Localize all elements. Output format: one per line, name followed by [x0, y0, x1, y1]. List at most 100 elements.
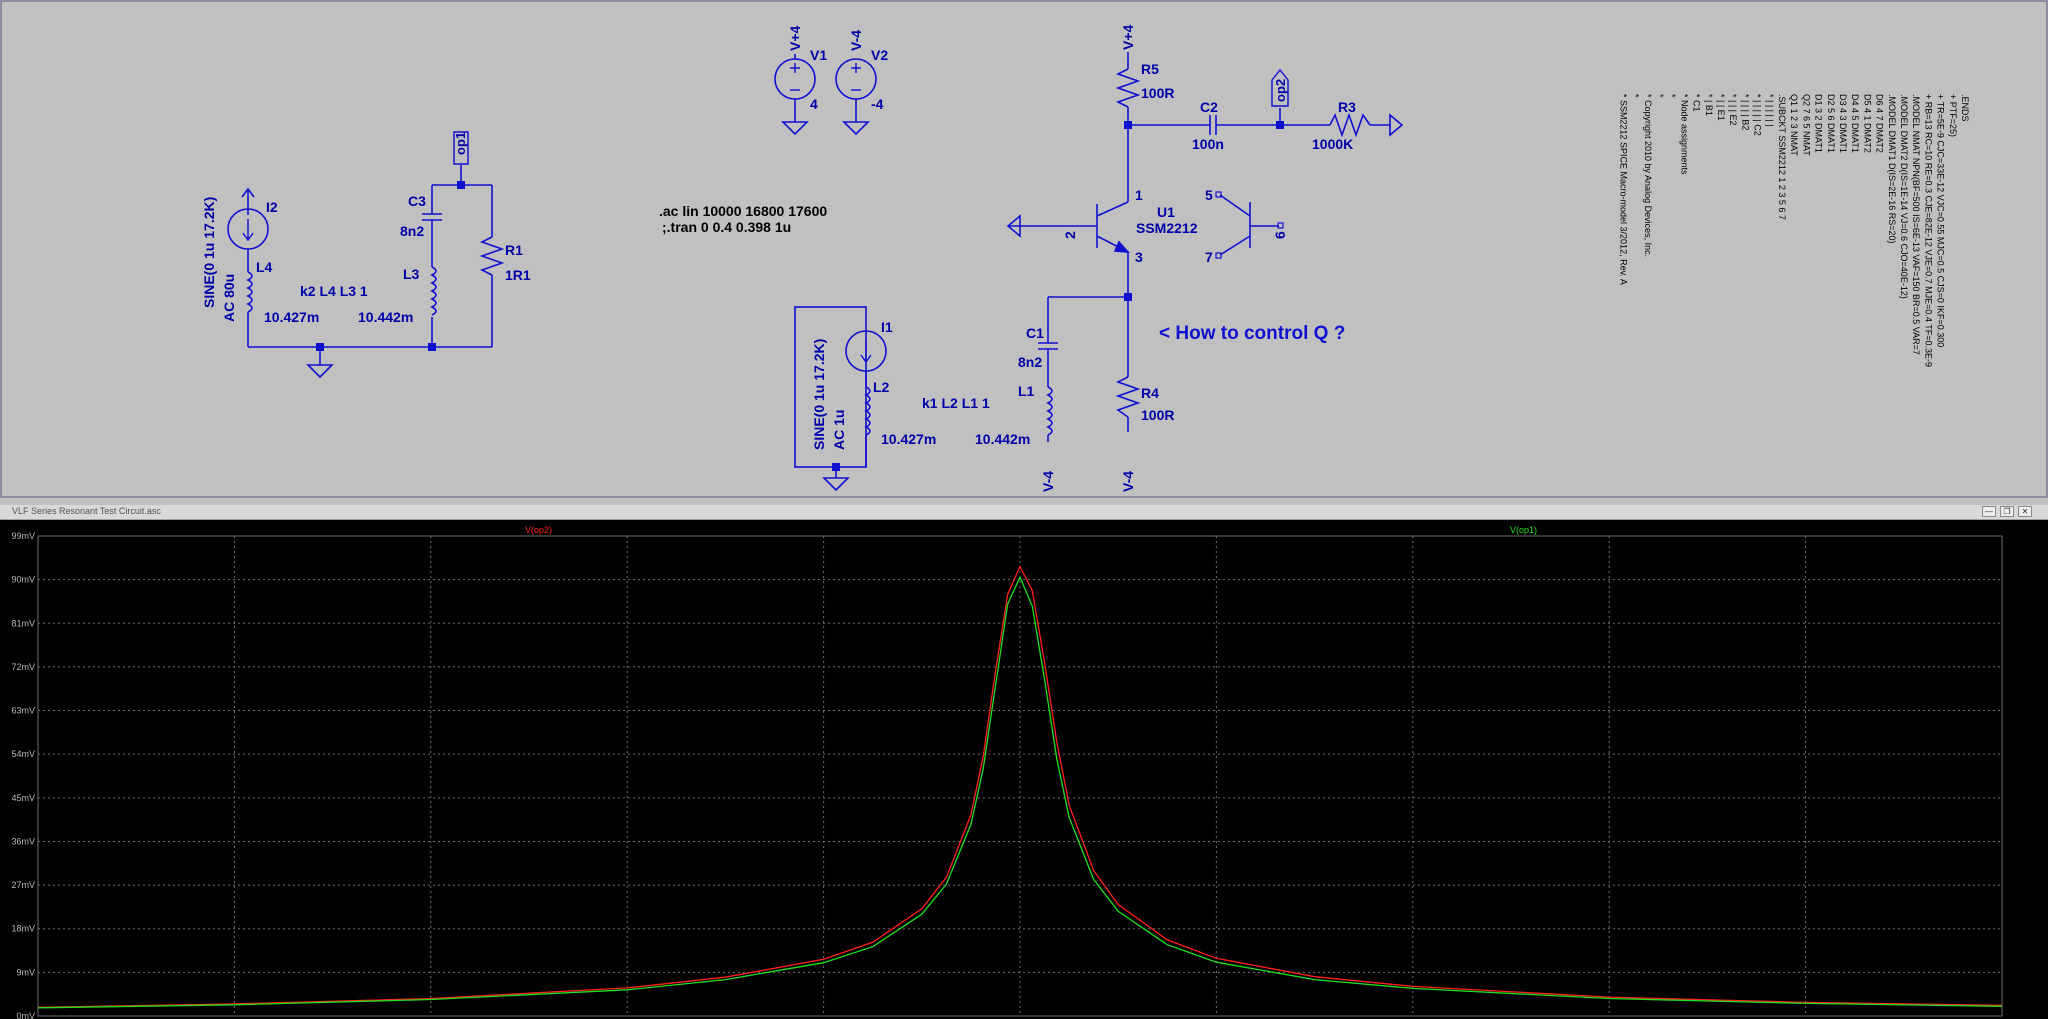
y-tick-label: 81mV: [11, 618, 35, 628]
plot-axes: 16.80KHz16.88KHz16.96KHz17.04KHz17.12KHz…: [11, 531, 2003, 1019]
legend-vop2: V(op2): [525, 525, 552, 535]
op1-label: op1: [453, 132, 468, 155]
l2-value: 10.427m: [881, 431, 936, 447]
y-tick-label: 90mV: [11, 575, 35, 585]
netlist-line: * | | | | | C2: [1753, 94, 1763, 136]
c1-value: 8n2: [1018, 354, 1042, 370]
op2-label: op2: [1273, 79, 1288, 102]
legend-vop1: V(op1): [1510, 525, 1537, 535]
v1-node: V+4: [787, 25, 803, 51]
u1-pin-6: 6: [1272, 231, 1288, 239]
netlist-line: *: [1667, 94, 1677, 98]
plot-grid: [37, 535, 2003, 1017]
y-tick-label: 9mV: [16, 967, 35, 977]
y-tick-label: 18mV: [11, 924, 35, 934]
l2-name: L2: [873, 379, 890, 395]
r3-value: 1000K: [1312, 136, 1353, 152]
netlist-line: D3 4 3 DMAT1: [1838, 94, 1848, 153]
schematic-canvas[interactable]: I2 L4 10.427m k2 L4 L3 1 L3 10.442m C3 8…: [2, 2, 2048, 500]
c3-name: C3: [408, 193, 426, 209]
r5-name: R5: [1141, 61, 1159, 77]
l3-value: 10.442m: [358, 309, 413, 325]
r4-value: 100R: [1141, 407, 1174, 423]
ac-directive[interactable]: .ac lin 10000 16800 17600: [659, 203, 827, 219]
plot-legend: V(op2) V(op1): [525, 525, 1537, 535]
y-tick-label: 99mV: [11, 531, 35, 541]
netlist-line: * | | | | B2: [1740, 94, 1750, 130]
netlist-line: * | B1: [1704, 94, 1714, 116]
netlist-line: .ENDS: [1960, 94, 1970, 122]
k1-directive: k1 L2 L1 1: [922, 395, 990, 411]
netlist-line: Q2 7 6 5 NMAT: [1801, 94, 1811, 156]
waveform-title: VLF Series Resonant Test Circuit.asc: [12, 506, 161, 516]
v1-name: V1: [810, 47, 827, 63]
l4-name: L4: [256, 259, 273, 275]
netlist-line: * C1: [1692, 94, 1702, 112]
y-tick-label: 54mV: [11, 749, 35, 759]
netlist-line: .SUBCKT SSM2212 1 2 3 5 6 7: [1777, 94, 1787, 220]
r1-value: 1R1: [505, 267, 531, 283]
r1-name: R1: [505, 242, 523, 258]
y-tick-label: 72mV: [11, 662, 35, 672]
k2-directive: k2 L4 L3 1: [300, 283, 368, 299]
r4-bottom-node: V-4: [1120, 471, 1136, 492]
minimize-button[interactable]: —: [1982, 506, 1996, 517]
netlist-line: D5 4 1 DMAT2: [1862, 94, 1872, 153]
netlist-line: .MODEL NMAT NPN(BF=500 IS=6E-13 VAF=150 …: [1911, 94, 1921, 355]
netlist-line: Q1 1 2 3 NMAT: [1789, 94, 1799, 156]
netlist-line: *: [1631, 94, 1641, 98]
netlist-line: .MODEL DMAT1 D(IS=2E-16 RS=20): [1887, 94, 1897, 244]
l3-name: L3: [403, 266, 420, 282]
netlist-line: * Copyright 2010 by Analog Devices, Inc.: [1643, 94, 1653, 257]
tran-directive[interactable]: ;.tran 0 0.4 0.398 1u: [662, 219, 791, 235]
netlist-line: D6 4 7 DMAT2: [1875, 94, 1885, 153]
maximize-button[interactable]: ❐: [2000, 506, 2014, 517]
waveform-plot[interactable]: 16.80KHz16.88KHz16.96KHz17.04KHz17.12KHz…: [0, 520, 2048, 1019]
u1-name: U1: [1157, 204, 1175, 220]
netlist-line: + RB=13 RC=10 RE=0.3 CJE=82E-12 VJE=0.7 …: [1923, 94, 1933, 367]
q-question-comment[interactable]: < How to control Q ?: [1159, 323, 1345, 344]
i2-source: SINE(0 1u 17.2K): [201, 197, 217, 308]
netlist-line: D4 4 5 DMAT1: [1850, 94, 1860, 153]
schematic-editor[interactable]: I2 L4 10.427m k2 L4 L3 1 L3 10.442m C3 8…: [0, 0, 2048, 498]
c3-value: 8n2: [400, 223, 424, 239]
v2-name: V2: [871, 47, 888, 63]
r3-name: R3: [1338, 99, 1356, 115]
r4-name: R4: [1141, 385, 1159, 401]
i2-name: I2: [266, 199, 278, 215]
v1-value: 4: [810, 96, 818, 112]
netlist-line: + PTF=25): [1948, 94, 1958, 137]
netlist-line: * | | | E2: [1728, 94, 1738, 126]
netlist-line: D1 3 2 DMAT1: [1814, 94, 1824, 153]
netlist-line: .MODEL DMAT2 D(IS=1E-14 VJ=0.6 CJO=40E-1…: [1899, 94, 1909, 299]
netlist-line: * | | | | | |: [1765, 94, 1775, 127]
u1-pin-2: 2: [1062, 231, 1078, 239]
y-tick-label: 63mV: [11, 706, 35, 716]
r5-top-node: V+4: [1120, 24, 1136, 50]
c1-name: C1: [1026, 325, 1044, 341]
c2-name: C2: [1200, 99, 1218, 115]
y-tick-label: 27mV: [11, 880, 35, 890]
l4-value: 10.427m: [264, 309, 319, 325]
v2-value: -4: [871, 96, 884, 112]
waveform-window[interactable]: VLF Series Resonant Test Circuit.asc — ❐…: [0, 505, 2048, 1019]
netlist-line: + TR=5E-9 CJC=33E-12 VJC=0.55 MJC=0.5 CJ…: [1936, 94, 1946, 347]
u1-pin-5: 5: [1205, 187, 1213, 203]
l1-name: L1: [1018, 383, 1035, 399]
netlist-comment: * SSM2212 SPICE Macro-model 3/2012, Rev.…: [1618, 94, 1970, 367]
netlist-line: * Node assignments: [1679, 94, 1689, 175]
y-tick-label: 36mV: [11, 836, 35, 846]
l1-value: 10.442m: [975, 431, 1030, 447]
close-button[interactable]: ✕: [2018, 506, 2032, 517]
y-tick-label: 45mV: [11, 793, 35, 803]
u1-model: SSM2212: [1136, 220, 1198, 236]
y-tick-label: 0mV: [16, 1011, 35, 1019]
c2-value: 100n: [1192, 136, 1224, 152]
i2-ac: AC 80u: [221, 274, 237, 322]
netlist-line: * | | E1: [1716, 94, 1726, 121]
r5-value: 100R: [1141, 85, 1174, 101]
netlist-line: * SSM2212 SPICE Macro-model 3/2012, Rev.…: [1618, 94, 1628, 285]
u1-pin-7: 7: [1205, 249, 1213, 265]
waveform-titlebar[interactable]: VLF Series Resonant Test Circuit.asc — ❐…: [0, 505, 2048, 520]
i1-name: I1: [881, 319, 893, 335]
